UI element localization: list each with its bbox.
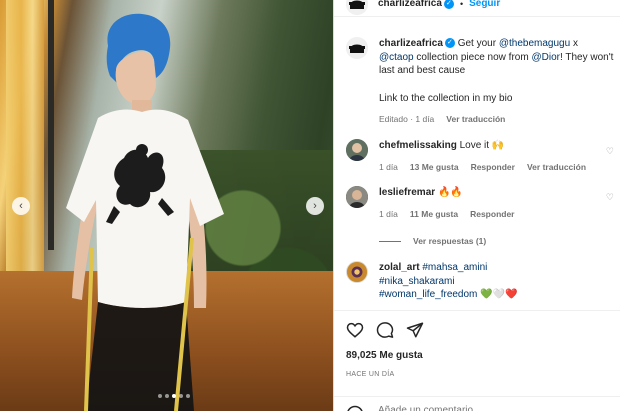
previous-photo-button[interactable]: ‹	[12, 197, 30, 215]
carousel-dot	[179, 394, 183, 398]
caption-text-2: x	[570, 38, 578, 49]
avatar[interactable]	[346, 0, 368, 15]
comment-emoji: 💚🤍❤️	[480, 289, 518, 300]
comment-time: 1 día	[379, 208, 398, 219]
window-frame	[48, 0, 54, 250]
caption-text-0: Get your	[457, 38, 499, 49]
add-comment-bar	[334, 396, 620, 411]
comment-text: 🔥🔥	[437, 187, 463, 198]
post-side-panel: charlizeafrica ✓ • Seguir charlizeafrica…	[333, 0, 620, 411]
chevron-right-icon: ›	[313, 200, 317, 212]
comment-username[interactable]: chefmelissaking	[379, 140, 457, 151]
verified-badge-icon: ✓	[443, 0, 454, 9]
next-photo-button[interactable]: ›	[306, 197, 324, 215]
avatar[interactable]	[346, 261, 368, 283]
carousel-dot	[158, 394, 162, 398]
mention-link[interactable]: @thebemagugu	[499, 38, 570, 49]
hashtag-link[interactable]: #woman_life_freedom	[379, 289, 477, 300]
hashtag-link[interactable]: #nika_shakarami	[379, 276, 455, 287]
comment-icon[interactable]	[376, 321, 394, 339]
curtain	[6, 0, 44, 280]
emoji-icon[interactable]	[346, 405, 364, 411]
reply-button[interactable]: Responder	[471, 161, 515, 175]
comment: chefmelissaking Love it 🙌 1 día 13 Me gu…	[346, 139, 616, 174]
heart-icon[interactable]	[346, 321, 364, 339]
mention-link[interactable]: @ctaop	[379, 52, 414, 63]
likes-count[interactable]: 89,025 Me gusta	[346, 350, 423, 361]
carousel-indicator	[158, 394, 190, 398]
carousel-dot-active	[172, 394, 176, 398]
replies-line	[379, 241, 401, 243]
verified-badge-icon: ✓	[444, 38, 455, 49]
comment-text: Love it 🙌	[459, 140, 505, 151]
see-translation-button[interactable]: Ver traducción	[527, 161, 586, 175]
post-date[interactable]: HACE UN DÍA	[346, 371, 394, 378]
header-username[interactable]: charlizeafrica	[378, 0, 442, 9]
post-header: charlizeafrica ✓ • Seguir	[334, 0, 620, 17]
reply-button[interactable]: Responder	[470, 208, 514, 222]
comment-likes[interactable]: 11 Me gusta	[410, 208, 458, 222]
caption-edited-time: Editado · 1 día	[379, 114, 435, 124]
caption-username[interactable]: charlizeafrica	[379, 38, 443, 49]
separator: •	[459, 0, 464, 9]
carousel-dot	[186, 394, 190, 398]
caption: charlizeafrica ✓ Get your @thebemagugu x …	[346, 37, 616, 127]
like-comment-heart-icon[interactable]: ♡	[606, 146, 614, 157]
avatar[interactable]	[346, 37, 368, 59]
comment-username[interactable]: lesliefremar	[379, 187, 435, 198]
chevron-left-icon: ‹	[19, 200, 23, 212]
avatar[interactable]	[346, 139, 368, 161]
comment: lesliefremar 🔥🔥 1 día 11 Me gusta Respon…	[346, 186, 616, 249]
see-translation-button[interactable]: Ver traducción	[446, 113, 505, 127]
comment: zolal_art #mahsa_amini #nika_shakarami #…	[346, 261, 616, 302]
share-icon[interactable]	[406, 321, 424, 339]
carousel-dot	[165, 394, 169, 398]
comment-likes[interactable]: 13 Me gusta	[410, 161, 459, 175]
follow-button[interactable]: Seguir	[469, 0, 500, 9]
view-replies-button[interactable]: Ver respuestas (1)	[413, 235, 486, 249]
hashtag-link[interactable]: #mahsa_amini	[422, 262, 487, 273]
post-photo[interactable]: ‹ ›	[0, 0, 333, 411]
caption-text-4: collection piece now from	[413, 51, 532, 63]
caption-line-2: Link to the collection in my bio	[379, 92, 513, 104]
comment-input[interactable]	[378, 405, 578, 411]
post-actions	[334, 310, 620, 339]
comment-time: 1 día	[379, 161, 398, 172]
like-comment-heart-icon[interactable]: ♡	[606, 192, 614, 203]
person-figure	[66, 13, 224, 411]
avatar[interactable]	[346, 186, 368, 208]
mention-link[interactable]: @Dior	[531, 52, 560, 63]
comment-username[interactable]: zolal_art	[379, 262, 420, 273]
